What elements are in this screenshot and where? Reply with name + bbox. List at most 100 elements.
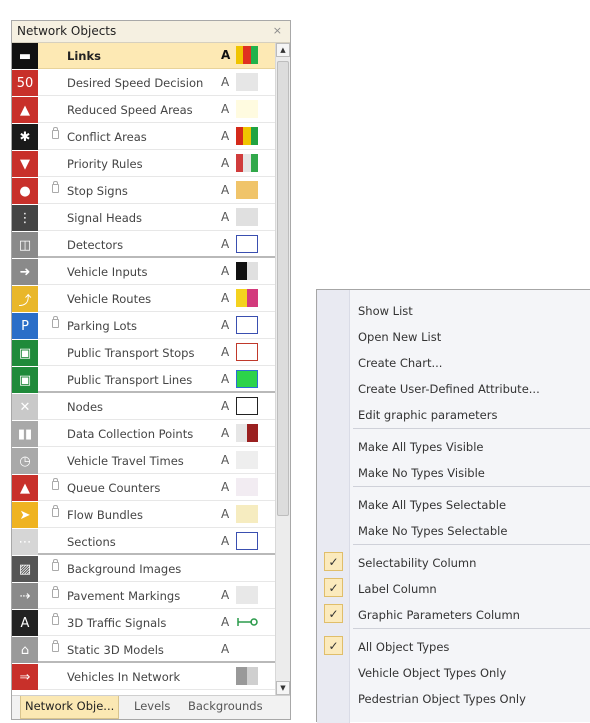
menu-item[interactable]: Label Column — [358, 582, 437, 596]
graphic-parameters-swatch[interactable] — [236, 532, 258, 550]
travel-times-icon[interactable]: ◷ — [12, 448, 38, 474]
label-toggle[interactable]: A — [221, 399, 229, 413]
label-toggle[interactable]: A — [221, 102, 229, 116]
label-toggle[interactable]: A — [221, 210, 229, 224]
vehicle-inputs-icon[interactable]: ➜ — [12, 259, 38, 285]
list-item[interactable]: ➜ Vehicle Inputs A — [12, 259, 276, 285]
pt-lines-icon[interactable]: ▣ — [12, 367, 38, 393]
list-item[interactable]: ⤴ Vehicle Routes A — [12, 286, 276, 312]
list-item[interactable]: A 3D Traffic Signals A — [12, 610, 276, 636]
queue-counters-icon[interactable]: ▲ — [12, 475, 38, 501]
menu-item[interactable]: Pedestrian Object Types Only — [358, 692, 526, 706]
label-toggle[interactable]: A — [221, 615, 229, 629]
graphic-parameters-swatch[interactable] — [236, 100, 258, 118]
graphic-parameters-swatch[interactable] — [236, 559, 258, 577]
label-toggle[interactable]: A — [221, 507, 229, 521]
vertical-scrollbar[interactable]: ▲ ▼ — [275, 43, 290, 695]
lock-icon[interactable] — [52, 586, 59, 598]
graphic-parameters-swatch[interactable] — [236, 586, 258, 604]
list-item[interactable]: ▣ Public Transport Stops A — [12, 340, 276, 366]
desired-speed-icon[interactable]: 50 — [12, 70, 38, 96]
graphic-parameters-swatch[interactable] — [236, 262, 258, 280]
graphic-parameters-swatch[interactable] — [236, 451, 258, 469]
links-icon[interactable]: ▬ — [12, 43, 38, 69]
menu-item[interactable]: Make No Types Selectable — [358, 524, 507, 538]
label-toggle[interactable]: A — [221, 156, 229, 170]
pt-stops-icon[interactable]: ▣ — [12, 340, 38, 366]
label-toggle[interactable]: A — [221, 345, 229, 359]
list-item[interactable]: ▲ Reduced Speed Areas A — [12, 97, 276, 123]
stop-sign-icon[interactable]: ● — [12, 178, 38, 204]
menu-item[interactable]: Show List — [358, 304, 413, 318]
label-toggle[interactable]: A — [221, 534, 229, 548]
menu-item[interactable]: Create User-Defined Attribute... — [358, 382, 540, 396]
list-item[interactable]: ◫ Detectors A — [12, 232, 276, 258]
graphic-parameters-swatch[interactable] — [236, 424, 258, 442]
label-toggle[interactable]: A — [221, 291, 229, 305]
menu-item[interactable]: Graphic Parameters Column — [358, 608, 520, 622]
menu-item[interactable]: All Object Types — [358, 640, 449, 654]
menu-item[interactable]: Create Chart... — [358, 356, 442, 370]
list-item[interactable]: ⇢ Pavement Markings A — [12, 583, 276, 609]
vehicle-routes-icon[interactable]: ⤴ — [12, 286, 38, 312]
label-toggle[interactable]: A — [221, 75, 229, 89]
list-item[interactable]: ▲ Queue Counters A — [12, 475, 276, 501]
flow-bundles-icon[interactable]: ➤ — [12, 502, 38, 528]
reduced-speed-icon[interactable]: ▲ — [12, 97, 38, 123]
tab-levels[interactable]: Levels — [134, 699, 170, 713]
label-toggle[interactable]: A — [221, 318, 229, 332]
list-item[interactable]: ✱ Conflict Areas A — [12, 124, 276, 150]
menu-item[interactable]: Selectability Column — [358, 556, 476, 570]
menu-item[interactable]: Make All Types Selectable — [358, 498, 506, 512]
label-toggle[interactable]: A — [221, 372, 229, 386]
lock-icon[interactable] — [52, 478, 59, 490]
graphic-parameters-swatch[interactable] — [236, 370, 258, 388]
graphic-parameters-swatch[interactable] — [236, 640, 258, 658]
graphic-parameters-swatch[interactable] — [236, 46, 258, 64]
vehicles-in-network-icon[interactable]: ⇒ — [12, 664, 38, 690]
graphic-parameters-swatch[interactable] — [236, 478, 258, 496]
graphic-parameters-swatch[interactable] — [236, 154, 258, 172]
list-item[interactable]: ⋮ Signal Heads A — [12, 205, 276, 231]
list-item[interactable]: ✕ Nodes A — [12, 394, 276, 420]
label-toggle[interactable]: A — [221, 264, 229, 278]
lock-icon[interactable] — [52, 640, 59, 652]
label-toggle[interactable]: A — [221, 48, 230, 62]
detectors-icon[interactable]: ◫ — [12, 232, 38, 258]
graphic-parameters-swatch[interactable] — [236, 235, 258, 253]
static-3d-models-icon[interactable]: ⌂ — [12, 637, 38, 663]
list-item[interactable]: ◷ Vehicle Travel Times A — [12, 448, 276, 474]
list-item[interactable]: ▣ Public Transport Lines A — [12, 367, 276, 393]
tab-backgrounds[interactable]: Backgrounds — [188, 699, 263, 713]
background-images-icon[interactable]: ▨ — [12, 556, 38, 582]
graphic-parameters-swatch[interactable] — [236, 316, 258, 334]
list-item[interactable]: ▮▮ Data Collection Points A — [12, 421, 276, 447]
list-item[interactable]: ⌂ Static 3D Models A — [12, 637, 276, 663]
label-toggle[interactable]: A — [221, 183, 229, 197]
lock-icon[interactable] — [52, 559, 59, 571]
close-icon[interactable]: × — [273, 24, 282, 37]
lock-icon[interactable] — [52, 181, 59, 193]
graphic-parameters-swatch[interactable] — [236, 181, 258, 199]
list-item[interactable]: ▨ Background Images — [12, 556, 276, 582]
graphic-parameters-swatch[interactable] — [236, 343, 258, 361]
nodes-icon[interactable]: ✕ — [12, 394, 38, 420]
data-collection-icon[interactable]: ▮▮ — [12, 421, 38, 447]
sections-icon[interactable]: ⋯ — [12, 529, 38, 555]
scrollbar-thumb[interactable] — [277, 61, 289, 516]
lock-icon[interactable] — [52, 127, 59, 139]
3d-signals-icon[interactable]: A — [12, 610, 38, 636]
lock-icon[interactable] — [52, 505, 59, 517]
menu-item[interactable]: Vehicle Object Types Only — [358, 666, 506, 680]
pavement-markings-icon[interactable]: ⇢ — [12, 583, 38, 609]
lock-icon[interactable] — [52, 316, 59, 328]
conflict-areas-icon[interactable]: ✱ — [12, 124, 38, 150]
parking-icon[interactable]: P — [12, 313, 38, 339]
graphic-parameters-swatch[interactable] — [236, 667, 258, 685]
list-item[interactable]: 50 Desired Speed Decision A — [12, 70, 276, 96]
menu-item[interactable]: Make All Types Visible — [358, 440, 484, 454]
list-item[interactable]: ⇒ Vehicles In Network — [12, 664, 276, 690]
list-item[interactable]: P Parking Lots A — [12, 313, 276, 339]
graphic-parameters-swatch[interactable] — [236, 505, 258, 523]
tab-network-objects[interactable]: Network Obje... — [20, 696, 120, 719]
